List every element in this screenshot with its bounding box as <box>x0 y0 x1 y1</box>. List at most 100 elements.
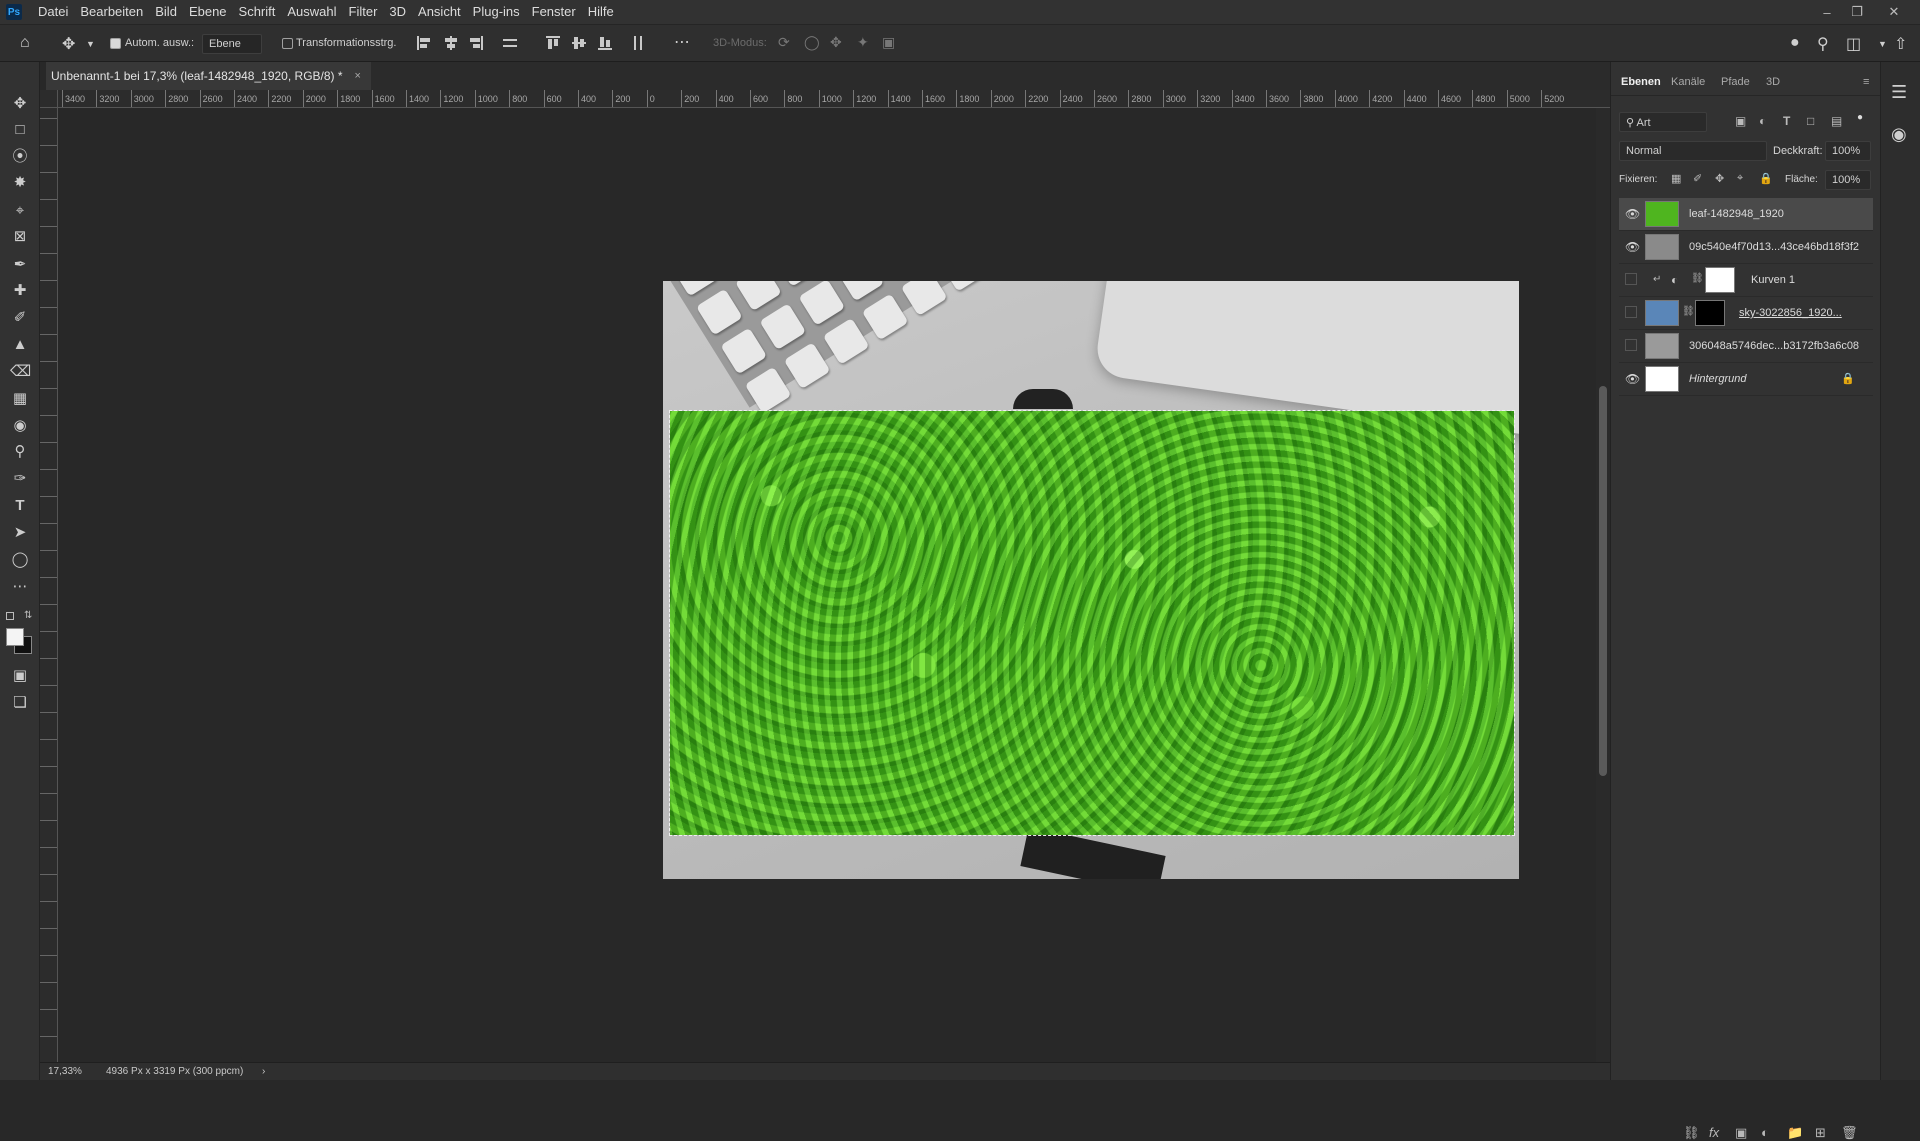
move-tool-preset-icon[interactable]: ✥ <box>62 34 75 54</box>
filter-toggle-icon[interactable]: ● <box>1857 112 1863 123</box>
marquee-tool-icon[interactable]: □ <box>10 120 30 140</box>
add-mask-icon[interactable]: ▣ <box>1735 1125 1747 1141</box>
vertical-ruler[interactable] <box>40 108 58 1062</box>
more-options-icon[interactable]: ⋯ <box>674 32 690 52</box>
layer-filter-dropdown[interactable]: ⚲ Art <box>1619 112 1707 132</box>
screen-mode-icon[interactable]: ❏ <box>10 693 30 713</box>
lasso-tool-icon[interactable]: ⦿ <box>10 147 30 167</box>
tab-3d[interactable]: 3D <box>1766 76 1780 88</box>
swap-colors-icon[interactable]: ⇅ <box>24 610 32 621</box>
gradient-tool-icon[interactable]: ▦ <box>10 389 30 409</box>
lock-icon[interactable]: 🔒 <box>1841 372 1855 385</box>
layers-panel-icon[interactable]: ☰ <box>1891 82 1907 103</box>
eye-icon[interactable]: 👁 <box>1625 372 1640 386</box>
move-tool-icon[interactable]: ✥ <box>10 94 30 114</box>
lock-position-icon[interactable]: ✥ <box>1715 172 1724 185</box>
document-tab[interactable]: Unbenannt-1 bei 17,3% (leaf-1482948_1920… <box>46 62 371 90</box>
eye-icon[interactable]: 👁 <box>1625 240 1640 254</box>
align-vertical-center-icon[interactable] <box>571 35 587 51</box>
new-layer-icon[interactable]: ⊞ <box>1815 1125 1826 1141</box>
mask-thumbnail[interactable] <box>1695 300 1725 326</box>
clover-layer-selection[interactable] <box>669 410 1515 836</box>
close-window-icon[interactable]: ✕ <box>1879 0 1909 24</box>
align-top-icon[interactable] <box>545 35 561 51</box>
link-layers-icon[interactable]: ⛓ <box>1683 1125 1700 1141</box>
minimize-icon[interactable]: – <box>1812 0 1842 24</box>
layer-row[interactable]: 👁 09c540e4f70d13...43ce46bd18f3f2 <box>1619 231 1873 264</box>
menu-hilfe[interactable]: Hilfe <box>582 0 620 24</box>
more-tools-icon[interactable]: ⋯ <box>10 577 30 597</box>
path-selection-tool-icon[interactable]: ➤ <box>10 523 30 543</box>
menu-3d[interactable]: 3D <box>383 0 412 24</box>
healing-brush-tool-icon[interactable]: ✚ <box>10 281 30 301</box>
document-canvas[interactable] <box>663 281 1519 879</box>
3d-roll-icon[interactable]: ◯ <box>804 34 820 51</box>
align-horizontal-center-icon[interactable] <box>443 35 459 51</box>
status-menu-arrow-icon[interactable]: › <box>262 1066 265 1077</box>
tab-ebenen[interactable]: Ebenen <box>1621 76 1661 88</box>
3d-pan-icon[interactable]: ✥ <box>830 34 842 51</box>
ellipse-tool-icon[interactable]: ◯ <box>10 550 30 570</box>
vertical-scroll-thumb[interactable] <box>1599 386 1607 776</box>
workspace-chevron-icon[interactable]: ▼ <box>1878 39 1887 49</box>
foreground-color-swatch[interactable] <box>6 628 24 646</box>
eye-hidden-icon[interactable] <box>1625 339 1637 351</box>
quick-mask-icon[interactable]: ▣ <box>10 666 30 686</box>
filter-type-icon[interactable]: T <box>1783 114 1790 128</box>
home-icon[interactable]: ⌂ <box>20 34 30 52</box>
menu-plugins[interactable]: Plug-ins <box>467 0 526 24</box>
link-icon[interactable]: ⛓ <box>1691 273 1704 284</box>
delete-layer-icon[interactable]: 🗑 <box>1841 1125 1858 1141</box>
tab-kanaele[interactable]: Kanäle <box>1671 76 1705 88</box>
menu-fenster[interactable]: Fenster <box>526 0 582 24</box>
layer-row[interactable]: 👁 Hintergrund 🔒 <box>1619 363 1873 396</box>
auto-select-checkbox[interactable] <box>110 38 121 49</box>
menu-datei[interactable]: Datei <box>32 0 74 24</box>
fx-icon[interactable]: fx <box>1709 1125 1719 1140</box>
align-right-icon[interactable] <box>468 35 484 51</box>
align-bottom-icon[interactable] <box>597 35 613 51</box>
opacity-input[interactable]: 100% <box>1825 141 1871 161</box>
chevron-down-icon[interactable]: ▼ <box>86 39 95 49</box>
eyedropper-tool-icon[interactable]: ✒ <box>10 255 30 275</box>
workspace-icon[interactable]: ◫ <box>1846 34 1861 54</box>
frame-tool-icon[interactable]: ⊠ <box>10 227 30 247</box>
new-adjustment-icon[interactable]: ◐ <box>1761 1125 1769 1140</box>
lock-artboard-icon[interactable]: ⌖ <box>1737 172 1743 185</box>
type-tool-icon[interactable]: T <box>10 496 30 516</box>
adjustments-panel-icon[interactable]: ◉ <box>1891 124 1907 145</box>
panel-menu-icon[interactable]: ≡ <box>1863 76 1869 88</box>
blur-tool-icon[interactable]: ◉ <box>10 416 30 436</box>
stamp-tool-icon[interactable]: ▲ <box>10 335 30 355</box>
new-group-icon[interactable]: 📁 <box>1787 1125 1803 1141</box>
pen-tool-icon[interactable]: ✑ <box>10 469 30 489</box>
distribute-icon[interactable] <box>502 35 518 51</box>
align-left-icon[interactable] <box>416 35 432 51</box>
quick-select-tool-icon[interactable]: ✸ <box>10 173 30 193</box>
layer-row[interactable]: ↵ ◐ ⛓ Kurven 1 <box>1619 264 1873 297</box>
menu-ebene[interactable]: Ebene <box>183 0 233 24</box>
menu-filter[interactable]: Filter <box>343 0 384 24</box>
menu-schrift[interactable]: Schrift <box>233 0 282 24</box>
search-icon[interactable]: ⚲ <box>1817 34 1829 54</box>
menu-bearbeiten[interactable]: Bearbeiten <box>74 0 149 24</box>
lock-pixels-icon[interactable]: ✐ <box>1693 172 1702 185</box>
link-icon[interactable]: ⛓ <box>1682 306 1695 317</box>
layer-row[interactable]: 👁 leaf-1482948_1920 <box>1619 198 1873 231</box>
zoom-level[interactable]: 17,33% <box>48 1066 82 1077</box>
auto-select-target-dropdown[interactable]: Ebene <box>202 34 262 54</box>
vertical-scrollbar[interactable] <box>1596 108 1610 1062</box>
restore-icon[interactable]: ❐ <box>1842 0 1872 24</box>
eye-hidden-icon[interactable] <box>1625 273 1637 285</box>
filter-smartobject-icon[interactable]: ▤ <box>1831 114 1842 128</box>
distribute-vertical-icon[interactable] <box>630 35 646 51</box>
fill-input[interactable]: 100% <box>1825 170 1871 190</box>
mask-thumbnail[interactable] <box>1705 267 1735 293</box>
menu-auswahl[interactable]: Auswahl <box>281 0 342 24</box>
ruler-origin[interactable] <box>40 90 58 108</box>
tab-pfade[interactable]: Pfade <box>1721 76 1750 88</box>
filter-shape-icon[interactable]: □ <box>1807 114 1814 128</box>
filter-pixel-icon[interactable]: ▣ <box>1735 114 1746 128</box>
lock-all-icon[interactable]: 🔒 <box>1759 172 1773 185</box>
transform-controls-checkbox[interactable] <box>282 38 293 49</box>
